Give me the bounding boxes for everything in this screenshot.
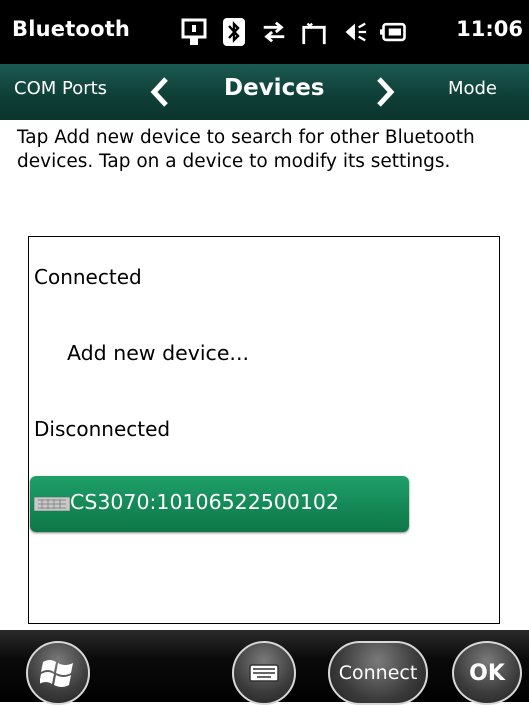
data-connection-icon[interactable] <box>260 15 288 49</box>
connect-button[interactable]: Connect <box>328 641 428 705</box>
tab-mode[interactable]: Mode <box>448 78 497 99</box>
ok-button[interactable]: OK <box>452 641 522 705</box>
windows-logo-icon <box>40 660 73 687</box>
clock: 11:06 <box>456 17 523 41</box>
signal-icon[interactable] <box>300 15 328 49</box>
device-list[interactable]: Connected Add new device... Disconnected… <box>28 236 500 624</box>
device-name: CS3070:10106522500102 <box>70 490 340 514</box>
bluetooth-icon[interactable] <box>220 15 248 49</box>
sync-icon[interactable] <box>180 15 208 49</box>
start-button[interactable] <box>26 641 90 705</box>
keyboard-icon <box>34 497 70 511</box>
tab-devices[interactable]: Devices <box>224 75 325 101</box>
instruction-text: Tap Add new device to search for other B… <box>17 127 475 172</box>
tab-com-ports[interactable]: COM Ports <box>14 78 107 99</box>
chevron-left-icon[interactable] <box>146 76 174 108</box>
status-icons <box>180 14 420 50</box>
battery-charging-icon[interactable] <box>380 15 408 49</box>
device-item-selected[interactable]: CS3070:10106522500102 <box>30 476 409 532</box>
keyboard-button[interactable] <box>232 641 296 705</box>
status-bar: Bluetooth 11:06 <box>0 0 529 64</box>
speaker-icon[interactable] <box>340 15 368 49</box>
group-label-connected: Connected <box>34 265 142 289</box>
tab-bar: COM Ports Devices Mode <box>0 64 529 120</box>
group-label-disconnected: Disconnected <box>34 417 171 441</box>
chevron-right-icon[interactable] <box>371 76 399 108</box>
app-title: Bluetooth <box>12 17 131 41</box>
keyboard-toggle-icon <box>249 664 279 682</box>
add-new-device-link[interactable]: Add new device... <box>67 341 249 365</box>
